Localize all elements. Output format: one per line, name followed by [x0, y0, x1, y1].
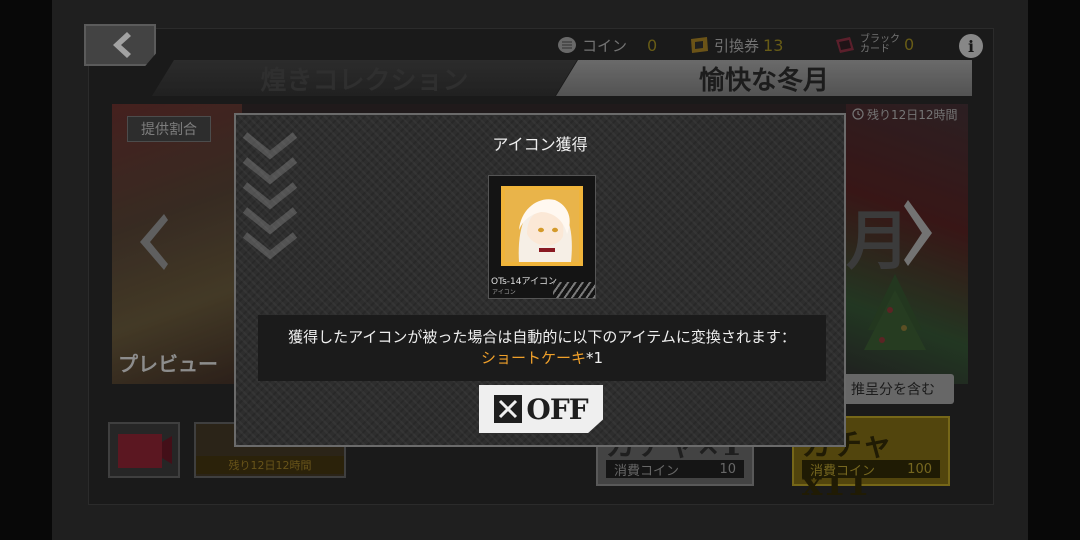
acquired-icon-card: OTs-14アイコン アイコン	[488, 175, 596, 299]
dialog-title: アイコン獲得	[492, 135, 588, 154]
card-stripe-decoration	[553, 282, 595, 298]
conversion-message: 獲得したアイコンが被った場合は自動的に以下のアイテムに変換されます：	[288, 328, 796, 346]
off-close-button[interactable]: OFF	[479, 385, 603, 433]
icon-acquired-dialog: アイコン獲得 OTs-14アイコン アイコン 獲得したアイコンが被った場合は自動…	[234, 113, 846, 447]
off-label: OFF	[526, 392, 588, 426]
character-portrait	[501, 186, 583, 266]
x-box-icon	[494, 395, 523, 423]
conversion-item: ショートケーキ*1	[481, 348, 603, 369]
conversion-item-count: *1	[585, 349, 604, 367]
character-portrait-icon	[505, 190, 579, 262]
game-screen: コイン 0 引換券 13 ブラック カード 0 i 煌きコレクション 愉快な冬月…	[0, 0, 1080, 540]
conversion-item-name: ショートケーキ	[480, 349, 586, 367]
conversion-message-box: 獲得したアイコンが被った場合は自動的に以下のアイテムに変換されます： ショートケ…	[258, 315, 826, 381]
card-name: OTs-14アイコン	[491, 277, 558, 287]
card-type: アイコン	[492, 289, 516, 296]
